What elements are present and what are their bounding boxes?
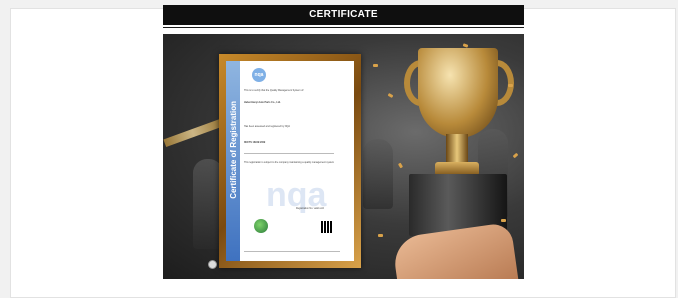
gold-ribbon [163, 118, 223, 148]
certificate-standard: ISO/TS 16949:2009 [244, 141, 266, 144]
certificate-line: Registration No. valid until [296, 207, 324, 210]
confetti [387, 92, 394, 99]
certificate-frame: Certificate of Registration nqa This is … [219, 54, 361, 268]
certificate-line: This registration is subject to the comp… [244, 161, 334, 164]
certificate-banner: Certificate of Registration nqa This is … [163, 34, 524, 279]
carousel-dot[interactable] [208, 260, 217, 269]
certificate-rule [244, 153, 334, 154]
trophy-stem [446, 134, 468, 164]
certificate-document: Certificate of Registration nqa This is … [226, 61, 354, 261]
confetti [373, 64, 378, 67]
confetti [512, 152, 519, 159]
crowd-figure [363, 139, 393, 209]
certificate-line: Has been assessed and registered by NQA [244, 125, 290, 128]
confetti [397, 162, 404, 169]
certificate-rule [244, 251, 340, 252]
confetti [501, 219, 506, 222]
certificate-line: This is to certify that the Quality Mana… [244, 89, 304, 92]
certificate-vertical-title: Certificate of Registration [229, 101, 238, 199]
confetti [508, 84, 513, 87]
section-title: CERTIFICATE [163, 5, 524, 25]
trophy-icon [418, 48, 498, 138]
title-underline [163, 27, 524, 28]
nqa-logo-icon: nqa [252, 68, 266, 82]
globe-icon [254, 219, 268, 233]
qr-code-icon [321, 221, 333, 233]
certificate-company: Hubei Hanyi Auto Parts Co., Ltd. [244, 101, 281, 104]
confetti [378, 234, 383, 237]
